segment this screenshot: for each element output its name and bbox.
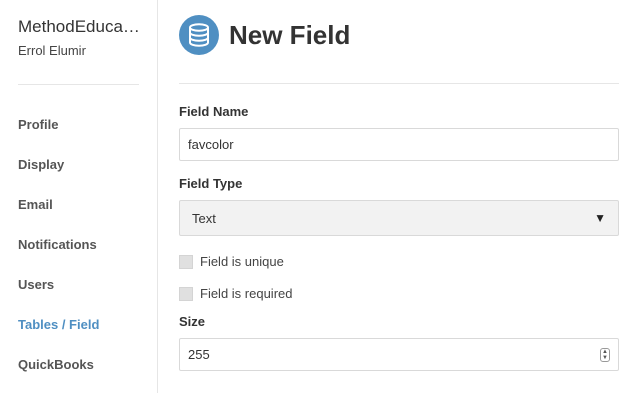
page-title: New Field [229, 19, 351, 50]
unique-checkbox[interactable] [179, 254, 193, 269]
required-label: Field is required [200, 286, 293, 301]
number-stepper-icon[interactable]: ▲ ▼ [600, 347, 610, 362]
database-icon [179, 15, 219, 55]
caret-down-icon: ▼ [594, 211, 606, 225]
header-divider [179, 83, 619, 84]
field-name-label: Field Name [179, 104, 249, 119]
sidebar-item-quickbooks[interactable]: QuickBooks [18, 357, 99, 393]
user-name: Errol Elumir [18, 43, 86, 58]
settings-nav: Profile Display Email Notifications User… [18, 117, 99, 393]
sidebar-item-notifications[interactable]: Notifications [18, 237, 99, 277]
field-type-select[interactable]: Text ▼ [179, 200, 619, 236]
sidebar-divider [18, 84, 139, 85]
size-value: 255 [188, 347, 210, 362]
sidebar-item-email[interactable]: Email [18, 197, 99, 237]
sidebar-item-profile[interactable]: Profile [18, 117, 99, 157]
required-row: Field is required [179, 286, 293, 301]
page-header: New Field [179, 15, 350, 55]
size-label: Size [179, 314, 206, 329]
sidebar-item-users[interactable]: Users [18, 277, 99, 317]
unique-label: Field is unique [200, 254, 284, 269]
size-input[interactable]: 255 ▲ ▼ [179, 338, 619, 371]
field-name-input[interactable]: favcolor [179, 128, 619, 161]
sidebar-item-display[interactable]: Display [18, 157, 99, 197]
unique-row: Field is unique [179, 254, 284, 269]
field-type-label: Field Type [179, 176, 243, 191]
sidebar-item-tables-field[interactable]: Tables / Field [18, 317, 99, 357]
field-type-value: Text [192, 210, 216, 226]
org-name: MethodEducation [18, 17, 142, 36]
required-checkbox[interactable] [179, 286, 193, 301]
sidebar: MethodEducation Errol Elumir Profile Dis… [0, 0, 158, 393]
chevron-down-icon: ▼ [602, 354, 608, 361]
field-name-value: favcolor [188, 137, 234, 152]
